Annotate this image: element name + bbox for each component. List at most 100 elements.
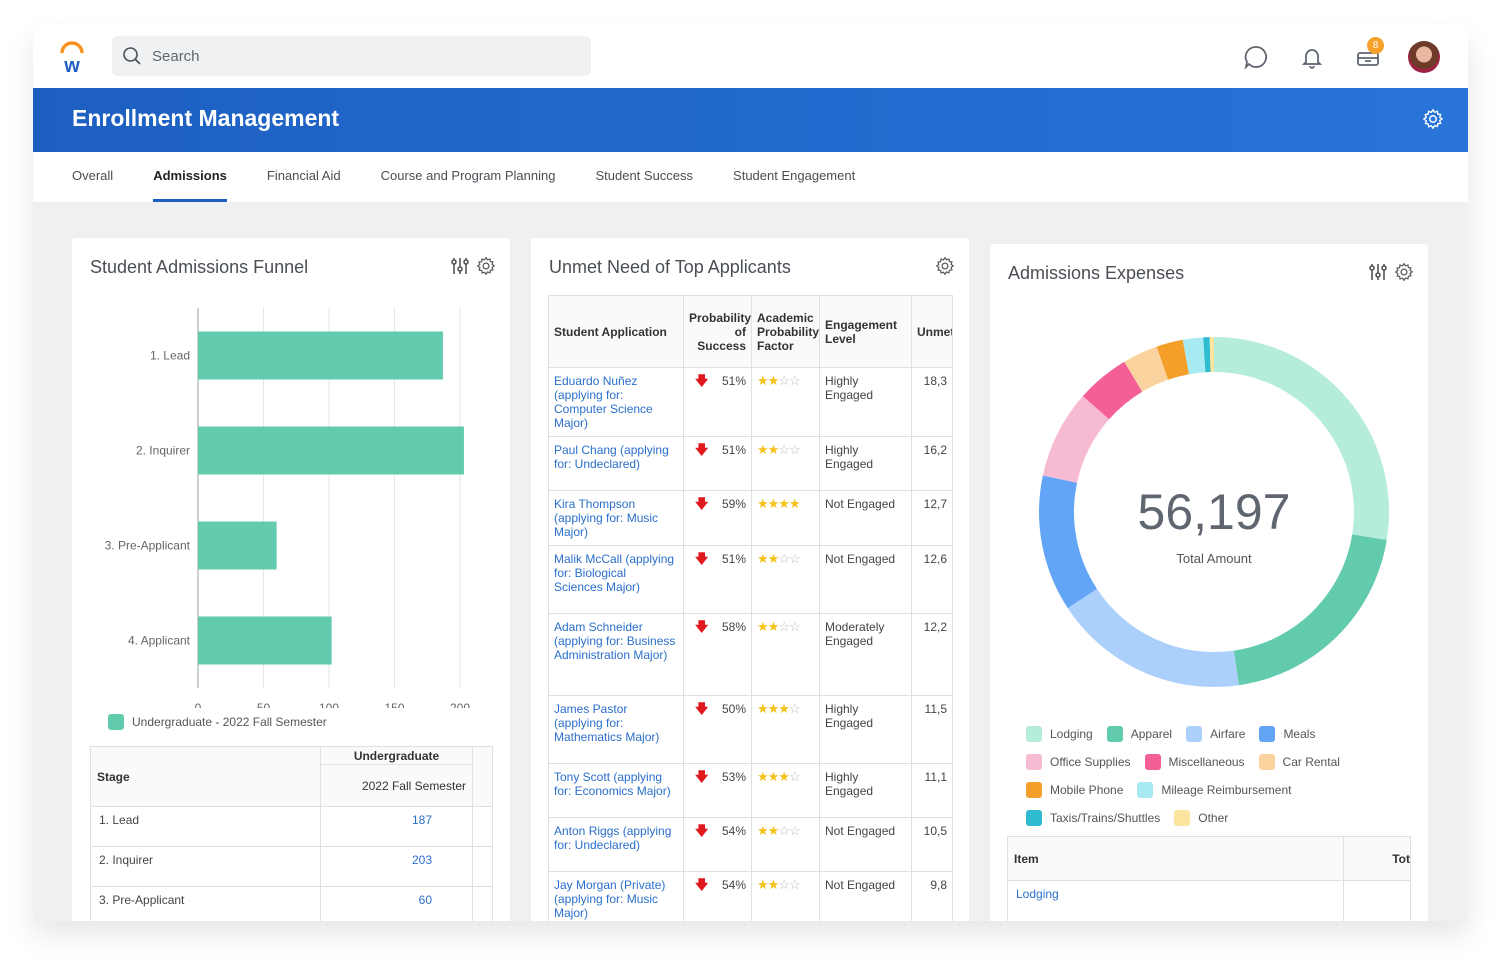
legend-item[interactable]: Lodging xyxy=(1026,726,1093,742)
tab-student-engagement[interactable]: Student Engagement xyxy=(733,152,855,202)
unmet-value: 11,5 xyxy=(924,702,947,716)
expenses-donut-chart: 56,197 Total Amount xyxy=(1039,337,1389,687)
unmet-need-panel: Unmet Need of Top Applicants Student App… xyxy=(531,238,969,921)
legend-item[interactable]: Taxis/Trains/Shuttles xyxy=(1026,810,1160,826)
gear-icon[interactable] xyxy=(1422,108,1444,130)
engagement-level: Not Engaged xyxy=(825,552,896,566)
unmet-value: 18,3 xyxy=(923,374,947,388)
legend-swatch xyxy=(1137,782,1154,798)
down-arrow-icon: 🡇 xyxy=(695,701,709,716)
legend-swatch xyxy=(1026,782,1042,798)
search-input[interactable]: Search xyxy=(112,36,591,76)
student-link[interactable]: Jay Morgan (Private) (applying for: Musi… xyxy=(554,878,665,920)
donut-slice-apparel[interactable] xyxy=(1233,534,1387,686)
legend-swatch xyxy=(1026,810,1042,826)
student-link[interactable]: Kira Thompson (applying for: Music Major… xyxy=(554,497,658,539)
legend-label: Car Rental xyxy=(1282,755,1340,769)
admissions-expenses-panel: Admissions Expenses 56,197 Total Amount … xyxy=(990,244,1428,921)
unmet-value: 12,2 xyxy=(923,620,947,634)
rating-stars: ★★☆☆ xyxy=(757,373,801,388)
chat-button[interactable] xyxy=(1234,35,1278,79)
col-header-semester: 2022 Fall Semester xyxy=(320,764,473,807)
legend-item[interactable]: Other xyxy=(1174,810,1228,826)
table-row: James Pastor (applying for: Mathematics … xyxy=(548,695,953,764)
rating-stars: ★★★☆ xyxy=(757,769,801,784)
table-row: Kira Thompson (applying for: Music Major… xyxy=(548,490,953,546)
gear-icon[interactable] xyxy=(1394,262,1414,282)
donut-center-label: Total Amount xyxy=(1176,551,1252,566)
rating-stars: ★★☆☆ xyxy=(757,877,801,892)
tab-student-success[interactable]: Student Success xyxy=(595,152,693,202)
gear-icon[interactable] xyxy=(476,256,496,276)
legend-item[interactable]: Miscellaneous xyxy=(1144,754,1245,770)
legend-swatch xyxy=(1026,726,1042,742)
legend-item[interactable]: Mileage Reimbursement xyxy=(1137,782,1291,798)
student-link[interactable]: Anton Riggs (applying for: Undeclared) xyxy=(554,824,671,852)
engagement-level: Highly Engaged xyxy=(825,443,874,471)
engagement-level: Not Engaged xyxy=(825,878,896,892)
student-link[interactable]: Paul Chang (applying for: Undeclared) xyxy=(554,443,669,471)
probability-value: 51% xyxy=(721,443,746,457)
legend-label: Airfare xyxy=(1210,727,1246,741)
col-header-item: Item xyxy=(1007,836,1344,881)
svg-text:w: w xyxy=(63,55,80,75)
rating-stars: ★★☆☆ xyxy=(757,823,801,838)
legend-label: Other xyxy=(1198,811,1229,825)
bar[interactable] xyxy=(198,616,332,665)
legend-item[interactable]: Car Rental xyxy=(1258,754,1340,770)
legend-item[interactable]: Airfare xyxy=(1186,726,1245,742)
table-row: Eduardo Nuñez (applying for: Computer Sc… xyxy=(548,367,953,437)
profile-button[interactable] xyxy=(1402,35,1446,79)
student-link[interactable]: Eduardo Nuñez (applying for: Computer Sc… xyxy=(554,374,653,430)
chart-legend: Lodging Apparel Airfare Meals Office Supplie… xyxy=(1026,720,1426,832)
legend-swatch xyxy=(1258,754,1275,770)
engagement-level: Moderately Engaged xyxy=(825,620,885,648)
student-link[interactable]: James Pastor (applying for: Mathematics … xyxy=(554,702,659,744)
notifications-button[interactable] xyxy=(1290,35,1334,79)
col-header-student: Student Application xyxy=(548,295,684,368)
legend-item[interactable]: Apparel xyxy=(1106,726,1172,742)
legend-swatch xyxy=(1026,754,1042,770)
legend-label: Undergraduate - 2022 Fall Semester xyxy=(132,715,327,729)
x-tick-label: 100 xyxy=(319,701,339,708)
student-link[interactable]: Tony Scott (applying for: Economics Majo… xyxy=(554,770,671,798)
y-category-label: 3. Pre-Applicant xyxy=(105,539,191,553)
rating-stars: ★★★☆ xyxy=(757,701,801,716)
inbox-button[interactable]: 8 xyxy=(1346,35,1390,79)
unmet-value: 16,2 xyxy=(923,443,947,457)
table-row: Tony Scott (applying for: Economics Majo… xyxy=(548,763,953,818)
tab-admissions[interactable]: Admissions xyxy=(153,152,227,202)
engagement-level: Highly Engaged xyxy=(825,770,874,798)
col-header-probability: Probability of Success xyxy=(683,295,752,368)
rating-stars: ★★☆☆ xyxy=(757,551,801,566)
donut-slice-meals[interactable] xyxy=(1039,475,1097,609)
tab-overall[interactable]: Overall xyxy=(72,152,113,202)
bar[interactable] xyxy=(198,426,464,475)
filter-sliders-icon[interactable] xyxy=(1368,262,1388,282)
col-header-stage: Stage xyxy=(90,746,321,807)
legend-item[interactable]: Office Supplies xyxy=(1026,754,1131,770)
tab-financial-aid[interactable]: Financial Aid xyxy=(267,152,341,202)
filter-sliders-icon[interactable] xyxy=(450,256,470,276)
legend-item[interactable]: Meals xyxy=(1259,726,1315,742)
legend-item[interactable]: Mobile Phone xyxy=(1026,782,1123,798)
tab-course-program-planning[interactable]: Course and Program Planning xyxy=(381,152,556,202)
bar[interactable] xyxy=(198,331,443,380)
bar[interactable] xyxy=(198,521,277,570)
table-row: 1. Lead 187 xyxy=(90,806,493,847)
workday-logo[interactable]: w xyxy=(57,39,87,75)
expenses-table: Item Tot Lodging xyxy=(1007,836,1411,921)
student-link[interactable]: Malik McCall (applying for: Biological S… xyxy=(554,552,674,594)
engagement-level: Highly Engaged xyxy=(825,702,874,730)
x-tick-label: 200 xyxy=(450,701,470,708)
col-header-engagement: Engagement Level xyxy=(819,295,912,368)
col-header-academic: Academic Probability Factor xyxy=(751,295,820,368)
top-bar: w Search 8 xyxy=(33,25,1468,88)
donut-slice-airfare[interactable] xyxy=(1067,588,1239,687)
col-header-unmet: Unmet xyxy=(911,295,953,368)
gear-icon[interactable] xyxy=(935,256,955,276)
student-link[interactable]: Adam Schneider (applying for: Business A… xyxy=(554,620,675,662)
table-row: Lodging xyxy=(1007,880,1411,921)
unmet-value: 12,6 xyxy=(923,552,947,566)
page-title: Enrollment Management xyxy=(72,105,340,131)
